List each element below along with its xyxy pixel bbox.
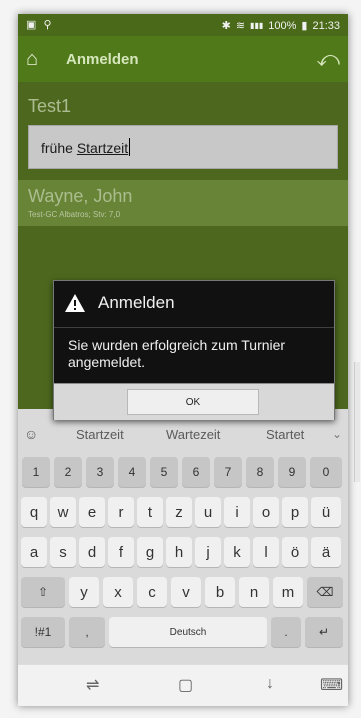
status-right: ✱ ≋ ▮▮▮ 100% ▮ 21:33 — [221, 19, 340, 33]
key-r[interactable]: r — [108, 497, 134, 527]
key-b[interactable]: b — [205, 577, 235, 607]
key-1[interactable]: 1 — [22, 457, 50, 487]
key-u[interactable]: u — [195, 497, 221, 527]
space-key[interactable]: Deutsch — [109, 617, 267, 647]
key-x[interactable]: x — [103, 577, 133, 607]
battery-icon: ▮ — [301, 20, 308, 32]
chevron-down-icon[interactable]: ⌄ — [332, 427, 342, 441]
system-nav-bar: ⇌ ▢ ↓ ⌨ — [18, 664, 348, 706]
backspace-icon[interactable]: ⌫ — [307, 577, 343, 607]
dialog-button-row: OK — [54, 383, 334, 420]
key-9[interactable]: 9 — [278, 457, 306, 487]
comma-key[interactable]: , — [69, 617, 105, 647]
key-4[interactable]: 4 — [118, 457, 146, 487]
shift-icon[interactable]: ⇧ — [21, 577, 65, 607]
home-icon[interactable]: ⌂ — [26, 48, 38, 71]
page-title: Anmelden — [66, 51, 139, 68]
key-5[interactable]: 5 — [150, 457, 178, 487]
phone-screen: ▣ ⚲ ✱ ≋ ▮▮▮ 100% ▮ 21:33 ⌂ Anmelden ⤺ Te… — [18, 14, 348, 706]
key-n[interactable]: n — [239, 577, 269, 607]
suggestion-2[interactable]: Wartezeit — [166, 427, 220, 442]
signal-icon: ▮▮▮ — [250, 21, 264, 30]
keyboard-row-a: a s d f g h j k l ö ä — [18, 537, 348, 573]
key-3[interactable]: 3 — [86, 457, 114, 487]
key-g[interactable]: g — [137, 537, 163, 567]
key-f[interactable]: f — [108, 537, 134, 567]
emoji-icon[interactable]: ☺ — [24, 426, 38, 442]
key-0[interactable]: 0 — [310, 457, 342, 487]
key-t[interactable]: t — [137, 497, 163, 527]
wifi-icon: ≋ — [235, 20, 246, 32]
symbols-key[interactable]: !#1 — [21, 617, 65, 647]
dialog-message: Sie wurden erfolgreich zum Turnier angem… — [68, 337, 286, 370]
key-k[interactable]: k — [224, 537, 250, 567]
clock: 21:33 — [312, 19, 340, 32]
enter-icon[interactable]: ↵ — [305, 617, 343, 647]
nav-home-icon[interactable]: ▢ — [178, 675, 193, 695]
key-6[interactable]: 6 — [182, 457, 210, 487]
key-a[interactable]: a — [21, 537, 47, 567]
suggestion-bar: ☺ Startzeit Wartezeit Startet ⌄ — [18, 421, 348, 451]
keyboard-row-bottom: !#1 , Deutsch . ↵ — [18, 617, 348, 653]
player-name: Wayne, John — [28, 186, 133, 206]
key-d[interactable]: d — [79, 537, 105, 567]
recents-icon[interactable]: ⇌ — [86, 675, 99, 695]
back-icon[interactable]: ⤺ — [316, 46, 340, 72]
player-info: Test-GC Albatros; Stv: 7,0 — [28, 210, 121, 219]
dialog-header: Anmelden — [54, 281, 334, 328]
group-title: Test1 — [28, 96, 72, 116]
key-7[interactable]: 7 — [214, 457, 242, 487]
input-text-underlined: Startzeit — [76, 140, 129, 156]
key-h[interactable]: h — [166, 537, 192, 567]
key-p[interactable]: p — [282, 497, 308, 527]
dialog-title: Anmelden — [98, 293, 175, 312]
status-notification-icons: ▣ ⚲ — [26, 19, 54, 31]
keyboard-row-numbers: 1 2 3 4 5 6 7 8 9 0 — [18, 457, 348, 493]
key-w[interactable]: w — [50, 497, 76, 527]
success-dialog: Anmelden Sie wurden erfolgreich zum Turn… — [53, 280, 335, 420]
key-y[interactable]: y — [69, 577, 99, 607]
key-j[interactable]: j — [195, 537, 221, 567]
nav-back-icon[interactable]: ↓ — [266, 675, 274, 693]
key-oe[interactable]: ö — [282, 537, 308, 567]
bluetooth-icon: ✱ — [221, 20, 231, 32]
key-o[interactable]: o — [253, 497, 279, 527]
keyboard-row-y: ⇧ y x c v b n m ⌫ — [18, 577, 348, 613]
period-key[interactable]: . — [271, 617, 301, 647]
key-i[interactable]: i — [224, 497, 250, 527]
key-z[interactable]: z — [166, 497, 192, 527]
player-row[interactable]: Wayne, John Test-GC Albatros; Stv: 7,0 — [18, 180, 348, 226]
key-ae[interactable]: ä — [311, 537, 341, 567]
battery-percent: 100% — [268, 19, 297, 32]
text-caret — [129, 138, 131, 156]
suggestion-1[interactable]: Startzeit — [76, 427, 124, 442]
key-m[interactable]: m — [273, 577, 303, 607]
app-bar: ⌂ Anmelden ⤺ — [18, 36, 348, 82]
keyboard-row-q: q w e r t z u i o p ü — [18, 497, 348, 533]
key-2[interactable]: 2 — [54, 457, 82, 487]
suggestion-3[interactable]: Startet — [266, 427, 304, 442]
edge-panel-handle[interactable] — [354, 362, 360, 482]
soft-keyboard: ☺ Startzeit Wartezeit Startet ⌄ 1 2 3 4 … — [18, 409, 348, 664]
key-ue[interactable]: ü — [311, 497, 341, 527]
key-v[interactable]: v — [171, 577, 201, 607]
ok-button[interactable]: OK — [127, 389, 259, 415]
key-l[interactable]: l — [253, 537, 279, 567]
key-c[interactable]: c — [137, 577, 167, 607]
keyboard-icon[interactable]: ⌨ — [320, 675, 343, 695]
input-text: frühe — [41, 140, 73, 156]
key-s[interactable]: s — [50, 537, 76, 567]
key-8[interactable]: 8 — [246, 457, 274, 487]
key-e[interactable]: e — [79, 497, 105, 527]
status-bar: ▣ ⚲ ✱ ≋ ▮▮▮ 100% ▮ 21:33 — [18, 14, 348, 36]
key-q[interactable]: q — [21, 497, 47, 527]
warning-icon — [65, 294, 85, 312]
note-input[interactable]: frühe Startzeit — [28, 125, 338, 169]
